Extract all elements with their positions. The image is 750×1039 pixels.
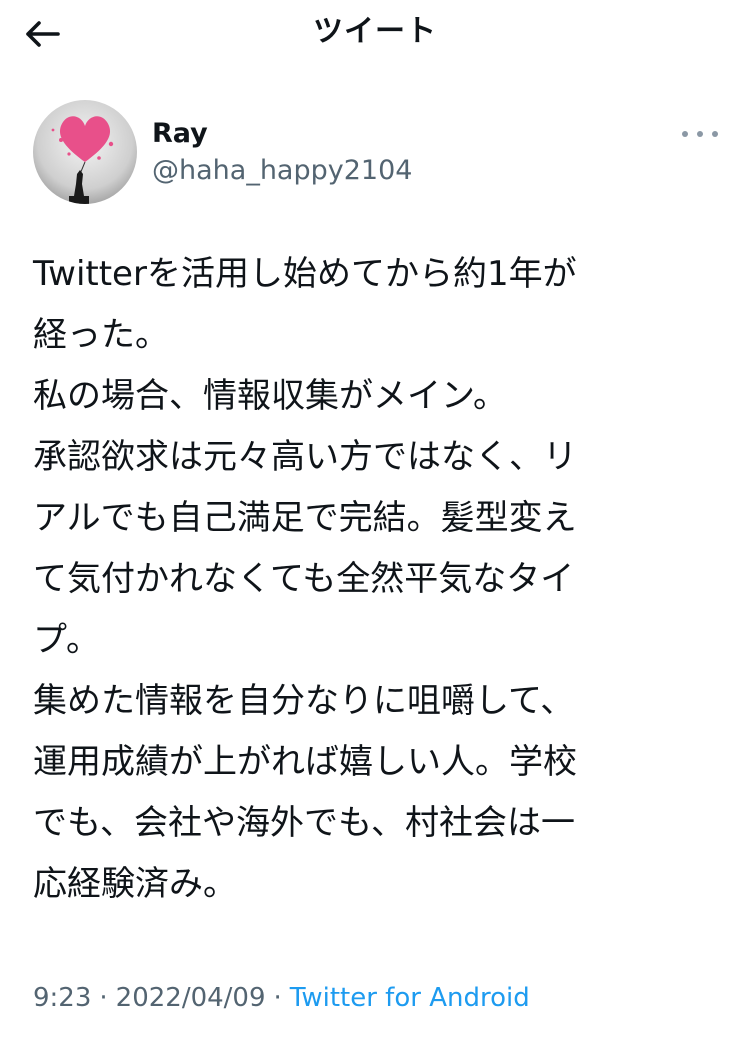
page-title: ツイート [313,14,437,49]
tweet-text: Twitterを活用し始めてから約1年が 経った。 私の場合、情報収集がメイン。… [33,244,723,915]
tweet-text-line: 承認欲求は元々高い方ではなく、リ [33,437,577,477]
tweet-date[interactable]: 2022/04/09 [116,983,266,1013]
tweet-text-line: 応経験済み。 [33,864,237,904]
more-options-button[interactable] [682,122,718,146]
tweet-text-line: 集めた情報を自分なりに咀嚼して、 [33,681,575,721]
tweet-text-line: アルでも自己満足で完結。髪型変え [33,498,577,538]
tweet-source-link[interactable]: Twitter for Android [290,983,530,1013]
meta-separator: · [273,983,282,1013]
author-name[interactable]: Ray [152,117,208,151]
tweet-text-line: て気付かれなくても全然平気なタイ [33,559,575,599]
tweet-text-line: プ。 [33,620,100,660]
more-horizontal-icon [712,131,718,137]
avatar-image [33,100,137,204]
meta-separator: · [99,983,108,1013]
author-handle[interactable]: @haha_happy2104 [152,154,412,188]
tweet-metadata: 9:23 · 2022/04/09 · Twitter for Android [33,980,530,1016]
top-bar: ツイート [0,0,750,66]
tweet-time[interactable]: 9:23 [33,983,91,1013]
tweet-text-line: でも、会社や海外でも、村社会は一 [33,803,575,843]
tweet-text-line: 私の場合、情報収集がメイン。 [33,376,507,416]
avatar[interactable] [33,100,137,204]
tweet-text-line: Twitterを活用し始めてから約1年が [33,254,577,294]
tweet-text-line: 経った。 [33,315,169,355]
more-horizontal-icon [682,131,688,137]
tweet-text-line: 運用成績が上がれば嬉しい人。学校 [33,742,577,782]
more-horizontal-icon [697,131,703,137]
